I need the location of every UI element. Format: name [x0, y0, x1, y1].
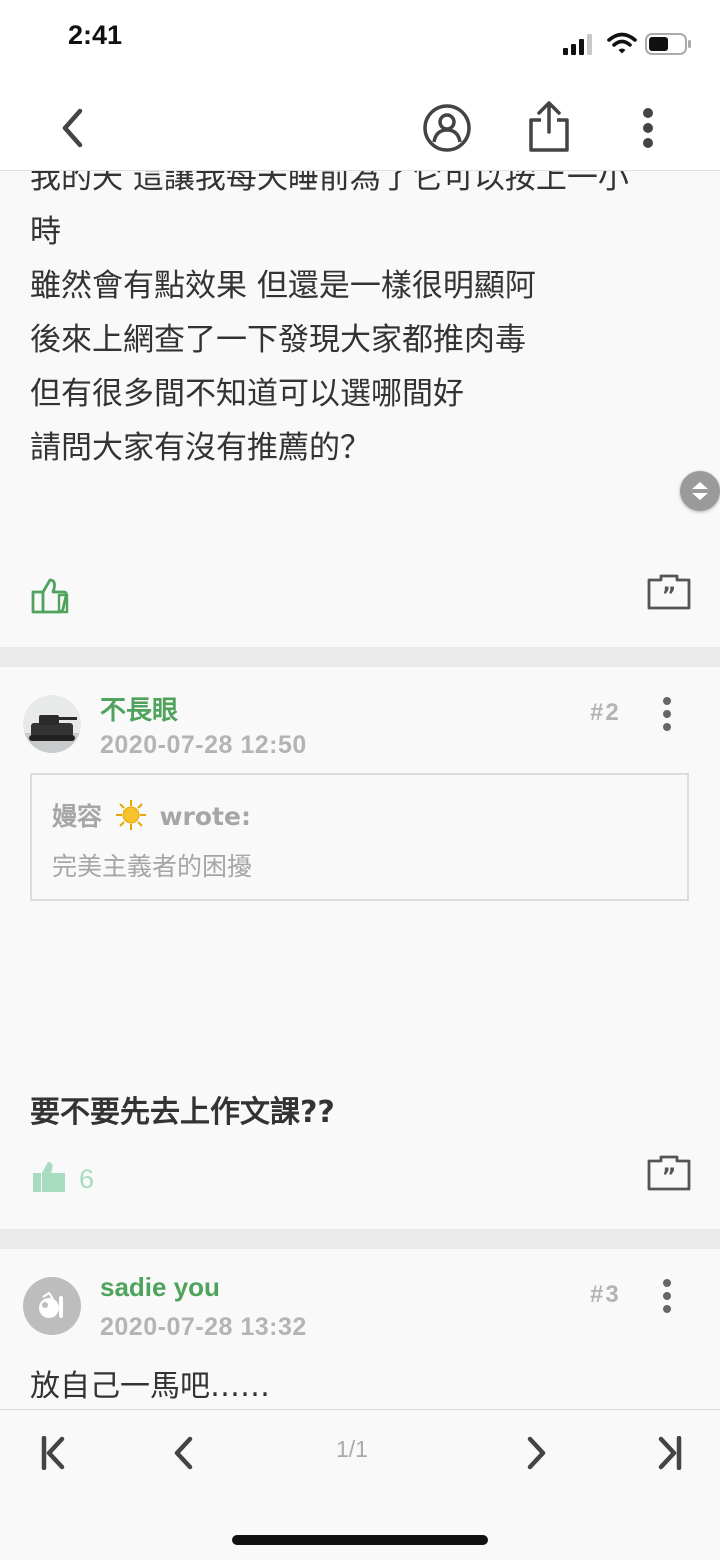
liked-thumb-icon[interactable] [31, 1160, 67, 1192]
floor-number: #3 [590, 1281, 621, 1308]
reply-body: 要不要先去上作文課?? [30, 1095, 335, 1130]
previous-page-icon[interactable] [172, 1436, 194, 1470]
svg-text:”: ” [662, 1165, 676, 1190]
home-indicator[interactable] [232, 1535, 488, 1545]
quote-reply-icon[interactable]: ” [647, 1155, 691, 1191]
quote-wrote-label: wrote: [159, 802, 251, 831]
share-icon[interactable] [528, 100, 570, 154]
sun-icon [115, 800, 146, 830]
reply-username[interactable]: sadie you [100, 1272, 220, 1303]
quote-text: 完美主義者的困擾 [52, 852, 253, 881]
battery-icon [645, 33, 691, 55]
post-line: 時 [30, 214, 61, 250]
reply-card: 不長眼 2020-07-28 12:50 #2 嫚容 wrote: 完美主義者的… [0, 667, 720, 1229]
status-bar: 2:41 [0, 0, 720, 80]
post-line: 雖然會有點效果 但還是一樣很明顯阿 [30, 268, 536, 304]
like-thumb-icon[interactable] [31, 578, 69, 614]
more-options-icon[interactable] [638, 108, 658, 148]
quote-author-name: 嫚容 [52, 802, 103, 831]
up-down-arrows-icon [692, 482, 708, 500]
top-navigation-bar [0, 80, 720, 171]
reply-timestamp: 2020-07-28 12:50 [100, 731, 307, 759]
reply-username[interactable]: 不長眼 [100, 690, 178, 727]
reply-card: sadie you 2020-07-28 13:32 #3 放自己一馬吧…… [0, 1249, 720, 1409]
reply-more-icon[interactable] [657, 697, 677, 731]
default-avatar-icon [39, 1291, 63, 1318]
page-indicator[interactable]: 1/1 [336, 1436, 368, 1463]
like-count: 6 [79, 1164, 95, 1194]
floor-number: #2 [590, 699, 621, 726]
last-page-icon[interactable] [657, 1436, 683, 1470]
section-divider [0, 647, 720, 667]
quote-block: 嫚容 wrote: 完美主義者的困擾 [30, 773, 689, 901]
pagination-bar: 1/1 [0, 1409, 720, 1560]
scroll-handle[interactable] [680, 471, 720, 511]
reply-timestamp: 2020-07-28 13:32 [100, 1313, 307, 1341]
reply-body: 放自己一馬吧…… [30, 1369, 270, 1404]
post-line: 但有很多間不知道可以選哪間好 [30, 376, 464, 412]
wifi-icon [607, 32, 637, 54]
first-page-icon[interactable] [40, 1436, 66, 1470]
post-line: 請問大家有沒有推薦的？ [30, 430, 371, 466]
original-post: 我的天 這讓我每天睡前為了它可以按上一小 時 雖然會有點效果 但還是一樣很明顯阿… [0, 171, 720, 647]
section-divider [0, 1229, 720, 1249]
avatar[interactable] [23, 1277, 81, 1335]
profile-icon[interactable] [421, 102, 473, 154]
tank-avatar-image [23, 695, 81, 753]
quote-author-line: 嫚容 wrote: [52, 797, 251, 833]
svg-text:”: ” [662, 584, 676, 609]
status-time: 2:41 [68, 20, 123, 50]
avatar[interactable] [23, 695, 81, 753]
quote-reply-icon[interactable]: ” [647, 574, 691, 610]
back-arrow-icon[interactable] [58, 108, 88, 148]
reply-more-icon[interactable] [657, 1279, 677, 1313]
next-page-icon[interactable] [526, 1436, 548, 1470]
post-line: 我的天 這讓我每天睡前為了它可以按上一小 [30, 171, 629, 196]
post-line: 後來上網查了一下發現大家都推肉毒 [30, 322, 526, 358]
cellular-signal-icon [563, 34, 592, 55]
